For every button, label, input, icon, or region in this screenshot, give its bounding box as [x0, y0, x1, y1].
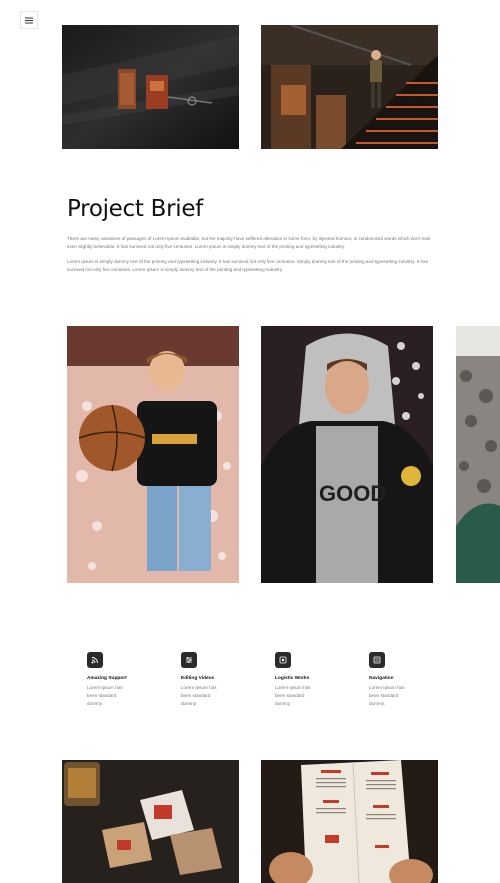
- brief-paragraph-1: There are many variations of passages of…: [67, 236, 431, 249]
- gallery-image-menu[interactable]: [261, 760, 438, 883]
- feature-editing-videos[interactable]: Editing Videos Lorem Ipsum has been stan…: [181, 652, 241, 708]
- feature-amazing-support[interactable]: Amazing Support Lorem Ipsum has been sta…: [87, 652, 147, 708]
- carousel-image-partial[interactable]: [456, 326, 500, 583]
- feature-desc: Lorem Ipsum has been standard dummy.: [87, 685, 123, 706]
- rss-icon: [87, 652, 103, 668]
- gallery-image-coasters[interactable]: [62, 760, 239, 883]
- feature-desc: Lorem Ipsum has been standard dummy.: [275, 685, 311, 706]
- sliders-icon: [181, 652, 197, 668]
- gallery-image-tags[interactable]: [62, 25, 239, 149]
- carousel-image-hoodie[interactable]: GOOD: [261, 326, 433, 583]
- menu-button[interactable]: [20, 11, 38, 29]
- project-brief-section: Project Brief There are many variations …: [67, 196, 435, 273]
- feature-desc: Lorem Ipsum has been standard dummy.: [181, 685, 217, 706]
- feature-title: Editing Videos: [181, 676, 215, 681]
- feature-logistic-works[interactable]: Logistic Works Lorem Ipsum has been stan…: [275, 652, 335, 708]
- feature-title: Navigation: [369, 676, 394, 681]
- gallery-image-staircase[interactable]: [261, 25, 438, 149]
- carousel-image-basketball[interactable]: [67, 326, 239, 583]
- svg-text:GOOD: GOOD: [319, 481, 386, 506]
- hamburger-menu-icon: [25, 17, 33, 23]
- feature-desc: Lorem Ipsum has been standard dummy.: [369, 685, 405, 706]
- feature-navigation[interactable]: Navigation Lorem Ipsum has been standard…: [369, 652, 429, 708]
- brief-paragraph-2: Lorem Ipsum is simply dummy text of the …: [67, 259, 428, 272]
- feature-title: Amazing Support: [87, 676, 127, 681]
- page-title: Project Brief: [67, 196, 203, 222]
- feature-title: Logistic Works: [275, 676, 310, 681]
- target-icon: [275, 652, 291, 668]
- list-icon: [369, 652, 385, 668]
